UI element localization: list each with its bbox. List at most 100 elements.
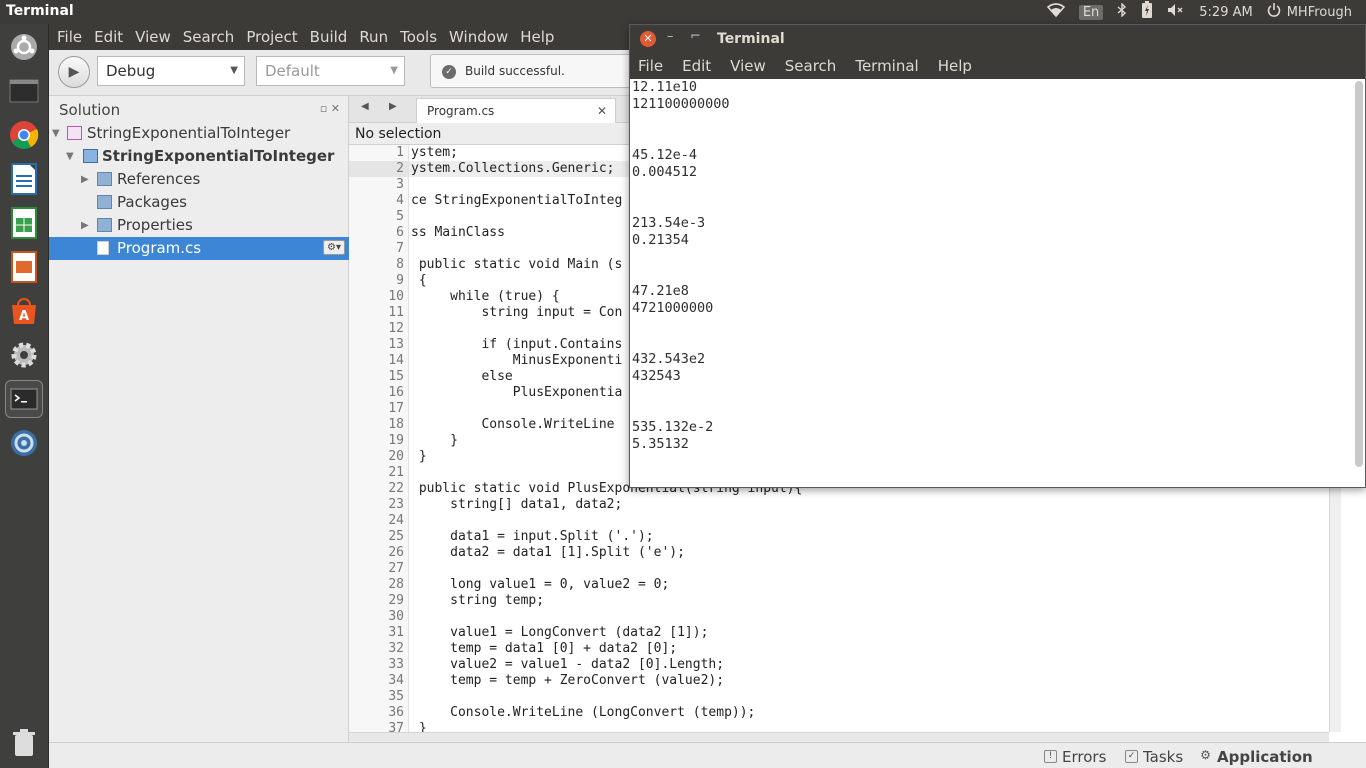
menu-view[interactable]: View <box>135 28 171 46</box>
horizontal-scrollbar[interactable] <box>349 732 1329 742</box>
code-line[interactable] <box>409 689 1329 705</box>
user-name[interactable]: MHFrough <box>1287 5 1352 20</box>
terminal-menu-edit[interactable]: Edit <box>682 57 711 75</box>
terminal-menu-help[interactable]: Help <box>938 57 972 75</box>
build-config-value: Debug <box>106 62 156 80</box>
expand-triangle-icon[interactable]: ▼ <box>52 122 60 145</box>
trash-icon[interactable] <box>5 724 43 762</box>
menu-build[interactable]: Build <box>310 28 348 46</box>
dash-home-icon[interactable] <box>5 28 43 66</box>
build-config-select[interactable]: Debug ▼ <box>97 56 245 86</box>
folder-icon <box>97 172 112 186</box>
terminal-output[interactable]: 12.11e10 121100000000 45.12e-4 0.004512 213.… <box>630 79 1354 487</box>
terminal-titlebar[interactable]: ✕ – ⌐ Terminal <box>630 25 1365 53</box>
menu-help[interactable]: Help <box>520 28 554 46</box>
menu-window[interactable]: Window <box>449 28 508 46</box>
terminal-menu-view[interactable]: View <box>730 57 766 75</box>
code-line[interactable]: string[] data1, data2; <box>409 497 1329 513</box>
expand-triangle-icon[interactable]: ▼ <box>66 145 74 168</box>
settings-gear-icon[interactable] <box>5 336 43 374</box>
tree-item-solution[interactable]: ▼ StringExponentialToInteger <box>49 122 349 145</box>
keyboard-layout-indicator[interactable]: En <box>1078 4 1104 20</box>
battery-icon[interactable] <box>1141 1 1153 23</box>
line-number: 6 <box>396 225 404 240</box>
minimize-icon[interactable]: – <box>667 29 674 44</box>
power-icon[interactable] <box>1267 3 1281 21</box>
system-tray: En 5:29 AM MHFrough <box>1046 0 1366 24</box>
calc-icon[interactable] <box>5 204 43 242</box>
tab-program-cs[interactable]: Program.cs ✕ <box>416 98 616 123</box>
tab-scroll-left-icon[interactable]: ◀ <box>361 101 369 112</box>
code-line[interactable]: string temp; <box>409 593 1329 609</box>
code-line[interactable] <box>409 609 1329 625</box>
terminal-menubar: File Edit View Search Terminal Help <box>630 53 1365 79</box>
workspace-switcher-icon[interactable] <box>5 72 43 110</box>
pad-close-icon[interactable]: ▫ ✕ <box>320 102 340 115</box>
code-line[interactable]: data1 = input.Split ('.'); <box>409 529 1329 545</box>
platform-select[interactable]: Default ▼ <box>256 56 405 86</box>
code-line[interactable]: Console.WriteLine (LongConvert (temp)); <box>409 705 1329 721</box>
chevron-down-icon: ▼ <box>230 65 238 76</box>
tree-item-references[interactable]: ▶ References <box>49 168 349 191</box>
code-line[interactable]: long value1 = 0, value2 = 0; <box>409 577 1329 593</box>
errors-label: Errors <box>1062 748 1107 766</box>
terminal-line: 432.543e2 <box>632 351 706 367</box>
collapse-triangle-icon[interactable]: ▶ <box>81 168 89 191</box>
maximize-icon[interactable]: ⌐ <box>690 29 701 44</box>
tree-item-project[interactable]: ▼ StringExponentialToInteger <box>49 145 349 168</box>
line-number: 34 <box>388 673 404 688</box>
tree-item-program-cs[interactable]: Program.cs ⚙▾ <box>49 237 349 260</box>
menu-project[interactable]: Project <box>246 28 297 46</box>
terminal-line: 121100000000 <box>632 96 730 112</box>
close-icon[interactable]: ✕ <box>597 99 607 123</box>
line-number: 36 <box>388 705 404 720</box>
terminal-menu-file[interactable]: File <box>638 57 663 75</box>
code-line[interactable]: } <box>409 721 1329 732</box>
code-line[interactable] <box>409 561 1329 577</box>
clock[interactable]: 5:29 AM <box>1199 5 1252 20</box>
code-line[interactable]: temp = data1 [0] + data2 [0]; <box>409 641 1329 657</box>
code-line[interactable]: data2 = data1 [1].Split ('e'); <box>409 545 1329 561</box>
tree-item-label: Properties <box>117 216 193 234</box>
line-number: 7 <box>396 241 404 256</box>
wifi-icon[interactable] <box>1046 3 1066 21</box>
terminal-line: 5.35132 <box>632 436 689 452</box>
code-line[interactable] <box>409 513 1329 529</box>
menu-search[interactable]: Search <box>183 28 235 46</box>
terminal-scrollbar[interactable] <box>1355 81 1363 467</box>
tab-scroll-right-icon[interactable]: ▶ <box>389 101 397 112</box>
line-number: 3 <box>396 177 404 192</box>
terminal-line: 45.12e-4 <box>632 147 698 163</box>
writer-icon[interactable] <box>5 160 43 198</box>
terminal-menu-terminal[interactable]: Terminal <box>855 57 918 75</box>
tree-item-packages[interactable]: Packages <box>49 191 349 214</box>
project-icon <box>83 149 98 163</box>
solution-icon <box>67 126 82 140</box>
monodevelop-icon[interactable] <box>5 424 43 462</box>
chrome-icon[interactable] <box>5 116 43 154</box>
menu-edit[interactable]: Edit <box>94 28 123 46</box>
terminal-icon[interactable] <box>5 380 43 418</box>
close-icon[interactable]: ✕ <box>640 31 656 47</box>
code-line[interactable]: temp = temp + ZeroConvert (value2); <box>409 673 1329 689</box>
terminal-menu-search[interactable]: Search <box>785 57 837 75</box>
line-number: 35 <box>388 689 404 704</box>
collapse-triangle-icon[interactable]: ▶ <box>81 214 89 237</box>
code-line[interactable]: value2 = value1 - data2 [0].Length; <box>409 657 1329 673</box>
errors-pad-button[interactable]: ! Errors <box>1042 746 1106 768</box>
menu-run[interactable]: Run <box>359 28 388 46</box>
item-options-gear-icon[interactable]: ⚙▾ <box>323 240 345 255</box>
volume-icon[interactable] <box>1167 3 1185 21</box>
bluetooth-icon[interactable] <box>1117 2 1127 21</box>
tasks-pad-button[interactable]: ✓ Tasks <box>1123 746 1183 768</box>
impress-icon[interactable] <box>5 248 43 286</box>
software-center-icon[interactable]: A <box>5 292 43 330</box>
code-line[interactable]: value1 = LongConvert (data2 [1]); <box>409 625 1329 641</box>
application-output-pad-button[interactable]: ⚙ Application Output <box>1197 746 1366 768</box>
run-button[interactable]: ▶ <box>58 56 90 88</box>
menu-file[interactable]: File <box>57 28 82 46</box>
menu-tools[interactable]: Tools <box>400 28 437 46</box>
tree-item-properties[interactable]: ▶ Properties <box>49 214 349 237</box>
